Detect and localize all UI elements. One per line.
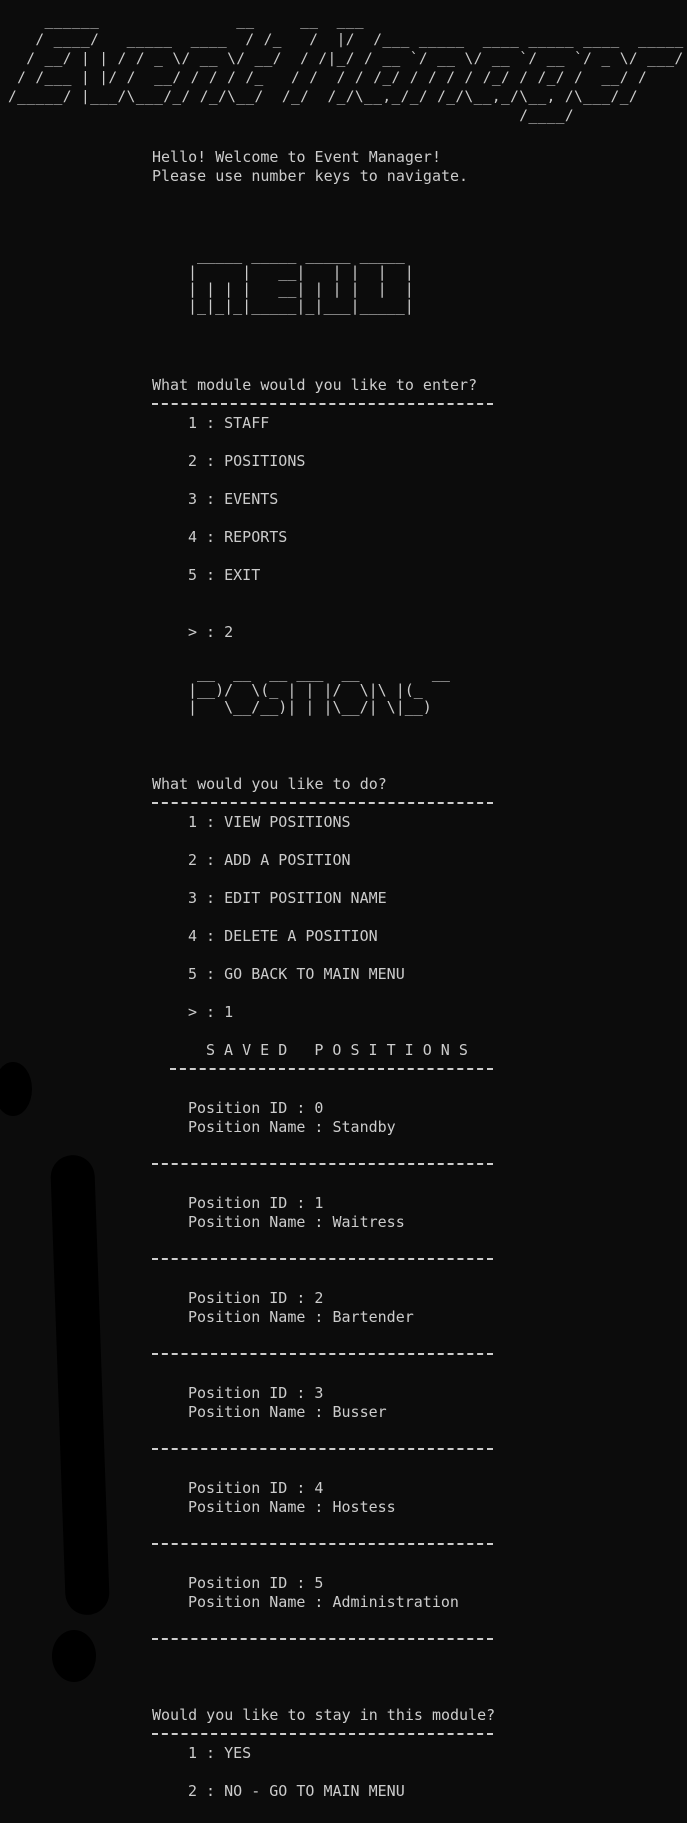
menu-ascii-heading: _____ _____ _____ _____ | | __| | | | | … bbox=[188, 246, 414, 315]
greeting-line-2: Please use number keys to navigate. bbox=[152, 167, 469, 185]
positions-menu-input-line[interactable]: > : 1 bbox=[188, 1003, 233, 1022]
main-menu-option-reports[interactable]: 4 : REPORTS bbox=[188, 528, 287, 547]
positions-option-delete[interactable]: 4 : DELETE A POSITION bbox=[188, 927, 378, 946]
event-manager-ascii-banner: ______ __ __ ___ / ____/ _____ ____ / /_… bbox=[8, 13, 684, 124]
divider bbox=[152, 1448, 493, 1450]
position-name-line: Position Name : Busser bbox=[188, 1403, 387, 1421]
position-id-line: Position ID : 3 bbox=[188, 1384, 324, 1402]
divider bbox=[152, 1638, 493, 1640]
stay-menu-prompt: Would you like to stay in this module? bbox=[152, 1706, 496, 1724]
saved-positions-heading: S A V E D P O S I T I O N S bbox=[206, 1041, 468, 1059]
positions-menu-prompt: What would you like to do? bbox=[152, 775, 387, 793]
divider bbox=[152, 1353, 493, 1355]
divider bbox=[152, 1163, 493, 1165]
ink-smudge bbox=[52, 1630, 96, 1682]
positions-option-view[interactable]: 1 : VIEW POSITIONS bbox=[188, 813, 351, 832]
greeting-line-1: Hello! Welcome to Event Manager! bbox=[152, 148, 441, 166]
divider bbox=[152, 1258, 493, 1260]
terminal-window[interactable]: ______ __ __ ___ / ____/ _____ ____ / /_… bbox=[0, 0, 687, 1823]
main-menu-option-events[interactable]: 3 : EVENTS bbox=[188, 490, 278, 509]
positions-option-add[interactable]: 2 : ADD A POSITION bbox=[188, 851, 351, 870]
ink-smudge bbox=[49, 1154, 111, 1616]
position-id-line: Position ID : 2 bbox=[188, 1289, 324, 1307]
position-name-line: Position Name : Standby bbox=[188, 1118, 396, 1136]
main-menu-option-positions[interactable]: 2 : POSITIONS bbox=[188, 452, 305, 471]
main-menu-input-line[interactable]: > : 2 bbox=[188, 623, 233, 642]
divider bbox=[152, 802, 493, 804]
position-name-line: Position Name : Hostess bbox=[188, 1498, 396, 1516]
position-ascii-heading: __ __ __ ___ __ __ |__)/ \(_ | | |/ \|\ … bbox=[188, 664, 450, 716]
position-name-line: Position Name : Waitress bbox=[188, 1213, 405, 1231]
divider bbox=[152, 1543, 493, 1545]
position-name-line: Position Name : Bartender bbox=[188, 1308, 414, 1326]
stay-option-yes[interactable]: 1 : YES bbox=[188, 1744, 251, 1763]
positions-option-edit[interactable]: 3 : EDIT POSITION NAME bbox=[188, 889, 387, 908]
ink-smudge bbox=[0, 1062, 32, 1116]
main-menu-option-staff[interactable]: 1 : STAFF bbox=[188, 414, 269, 433]
main-menu-option-exit[interactable]: 5 : EXIT bbox=[188, 566, 260, 585]
position-name-line: Position Name : Administration bbox=[188, 1593, 459, 1611]
position-id-line: Position ID : 5 bbox=[188, 1574, 324, 1592]
position-id-line: Position ID : 1 bbox=[188, 1194, 324, 1212]
stay-option-no[interactable]: 2 : NO - GO TO MAIN MENU bbox=[188, 1782, 405, 1801]
divider bbox=[170, 1068, 493, 1070]
main-menu-prompt: What module would you like to enter? bbox=[152, 376, 478, 394]
divider bbox=[152, 403, 493, 405]
positions-option-back[interactable]: 5 : GO BACK TO MAIN MENU bbox=[188, 965, 405, 984]
divider bbox=[152, 1733, 493, 1735]
position-id-line: Position ID : 4 bbox=[188, 1479, 324, 1497]
position-id-line: Position ID : 0 bbox=[188, 1099, 324, 1117]
